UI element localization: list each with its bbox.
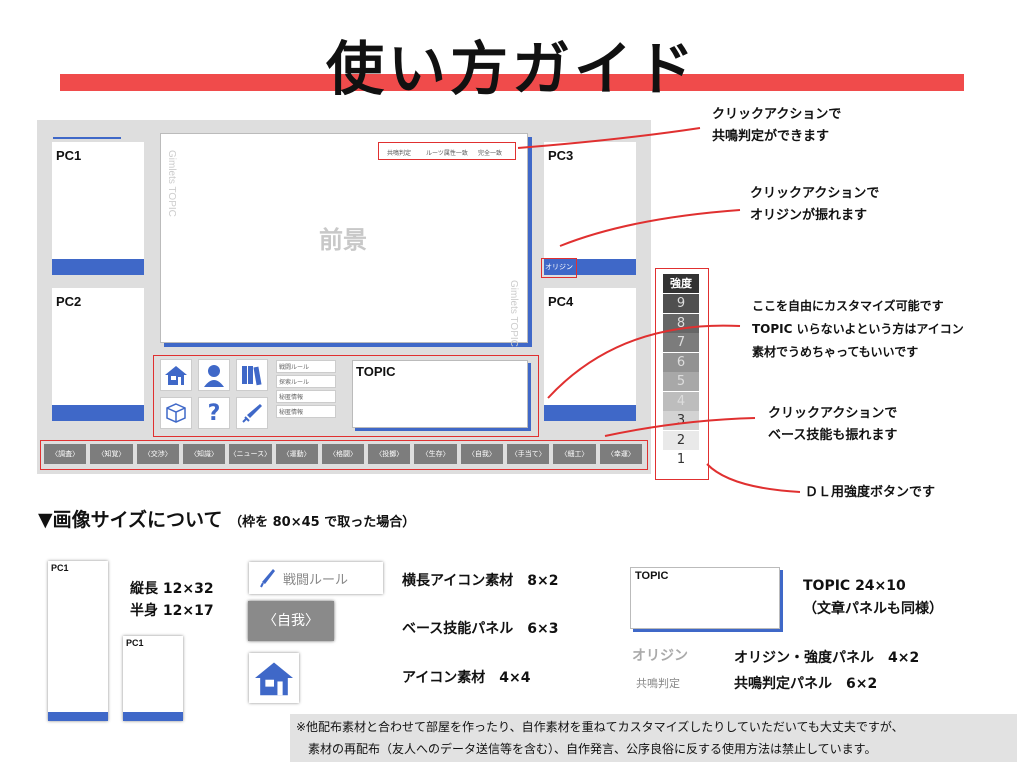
origin-desc: オリジン・強度パネル 4×2 xyxy=(734,650,920,666)
annotation-resonance-1: クリックアクションで xyxy=(712,107,842,122)
sample-card-half-bar xyxy=(123,712,183,721)
sample-card-tall-label: PC1 xyxy=(51,563,69,573)
annotation-customize-1: ここを自由にカスタマイズ可能です xyxy=(752,299,944,313)
size-tall: 縦長 12×32 xyxy=(130,581,214,597)
annotation-base-skill-2: ベース技能も振れます xyxy=(768,428,898,443)
sample-origin: オリジン xyxy=(632,648,688,664)
long-icon-desc: 横長アイコン素材 8×2 xyxy=(402,573,559,589)
annotation-origin-1: クリックアクションで xyxy=(750,186,880,201)
sample-card-half: PC1 xyxy=(123,636,183,721)
sample-long-icon: 戦闘ルール xyxy=(249,562,383,594)
sample-topic: TOPIC xyxy=(630,567,780,629)
topic-desc-1: TOPIC 24×10 xyxy=(803,578,906,594)
sample-icon xyxy=(249,653,299,703)
size-heading-text: ▼画像サイズについて xyxy=(38,509,223,531)
base-panel-desc: ベース技能パネル 6×3 xyxy=(402,621,559,637)
topic-desc-2: （文章パネルも同様） xyxy=(803,601,943,617)
resonance-desc: 共鳴判定パネル 6×2 xyxy=(734,676,878,692)
size-heading-note: （枠を 80×45 で取った場合） xyxy=(229,515,416,530)
sample-card-tall: PC1 xyxy=(48,561,108,721)
sample-long-icon-label: 戦闘ルール xyxy=(283,573,349,588)
house-icon-large xyxy=(255,662,293,696)
page-title: 使い方ガイド xyxy=(325,35,698,103)
sample-card-half-label: PC1 xyxy=(126,638,144,648)
sample-resonance: 共鳴判定 xyxy=(636,677,680,690)
size-half: 半身 12×17 xyxy=(130,603,214,619)
icon-desc: アイコン素材 4×4 xyxy=(402,670,531,686)
sample-topic-label: TOPIC xyxy=(635,570,669,582)
annotation-customize-3: 素材でうめちゃってもいいです xyxy=(752,345,919,359)
annotation-dl: ＤＬ用強度ボタンです xyxy=(805,485,936,500)
annotation-resonance-2: 共鳴判定ができます xyxy=(712,129,830,144)
usage-note: ※他配布素材と合わせて部屋を作ったり、自作素材を重ねてカスタマイズしたりしていた… xyxy=(290,714,1017,762)
annotation-origin-2: オリジンが振れます xyxy=(750,208,868,223)
usage-note-line-2: 素材の再配布（友人へのデータ送信等を含む）、自作発言、公序良俗に反する使用方法は… xyxy=(296,742,877,756)
pen-icon xyxy=(260,569,275,588)
sample-base-panel: 〈自我〉 xyxy=(248,601,334,641)
annotation-base-skill-1: クリックアクションで xyxy=(768,406,898,421)
size-heading: ▼画像サイズについて （枠を 80×45 で取った場合） xyxy=(38,505,415,532)
usage-note-line-1: ※他配布素材と合わせて部屋を作ったり、自作素材を重ねてカスタマイズしたりしていた… xyxy=(296,720,904,734)
annotation-customize-2: TOPIC いらないよという方はアイコン xyxy=(752,322,964,336)
sample-card-tall-bar xyxy=(48,712,108,721)
